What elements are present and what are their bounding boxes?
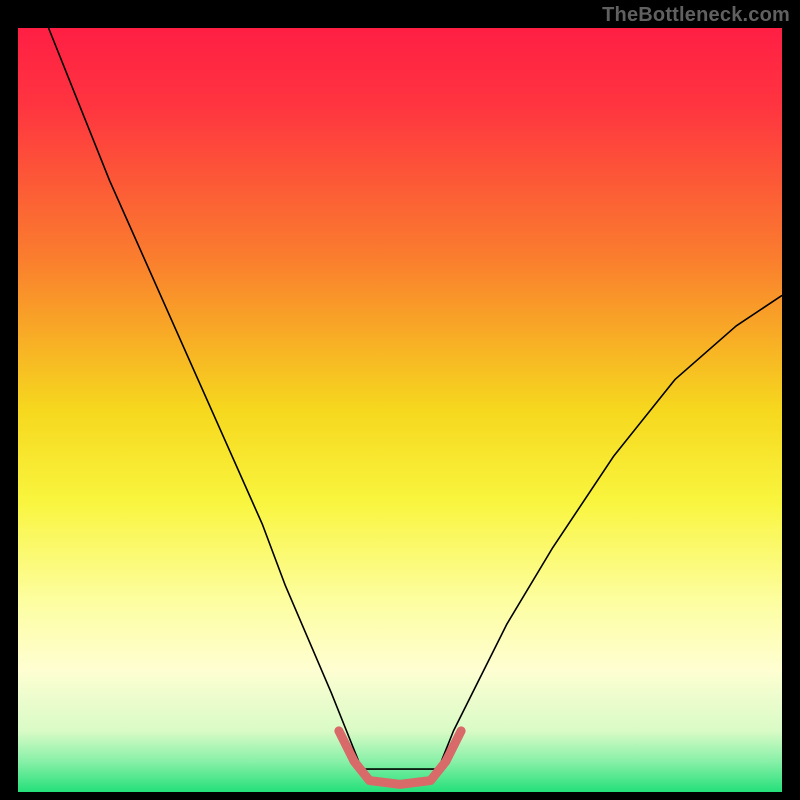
- bottleneck-chart: [18, 28, 782, 792]
- chart-stage: TheBottleneck.com: [0, 0, 800, 800]
- chart-background: [18, 28, 782, 792]
- watermark-text: TheBottleneck.com: [602, 4, 790, 27]
